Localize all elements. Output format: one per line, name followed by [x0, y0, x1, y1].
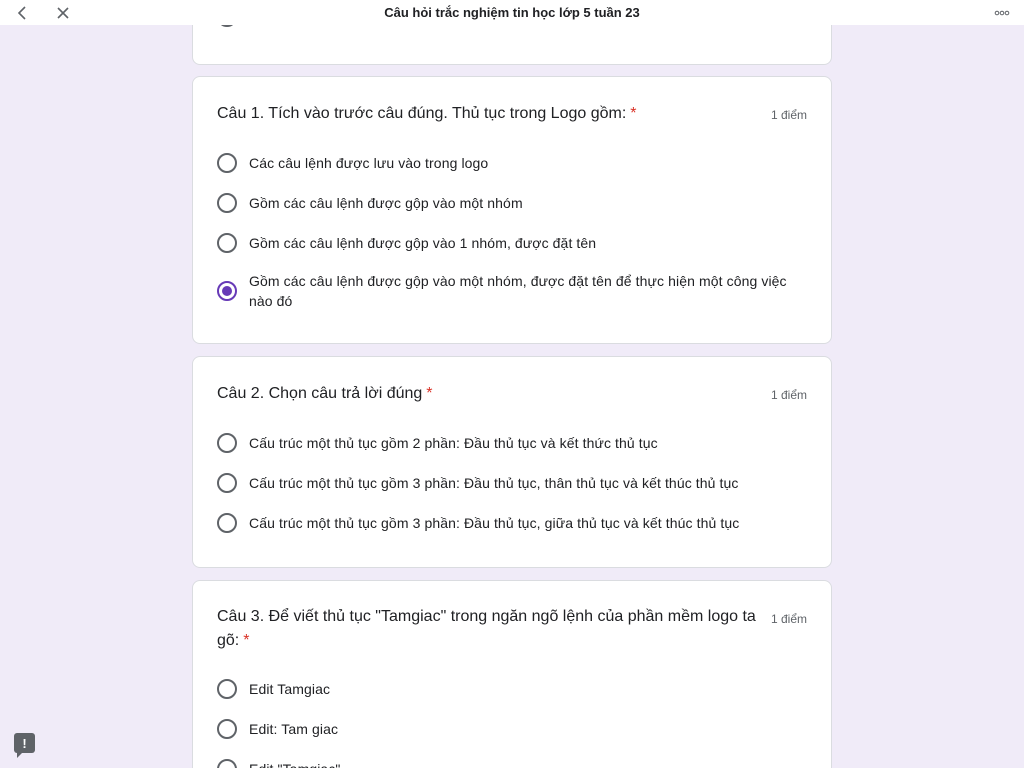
radio-button[interactable] — [217, 153, 237, 173]
question-title: Câu 1. Tích vào trước câu đúng. Thủ tục … — [217, 102, 757, 126]
option-label: Cấu trúc một thủ tục gồm 3 phần: Đầu thủ… — [249, 475, 739, 491]
option-label: Cấu trúc một thủ tục gồm 2 phần: Đầu thủ… — [249, 435, 658, 451]
chevron-left-icon[interactable] — [10, 0, 34, 25]
required-mark: * — [426, 385, 433, 402]
question-points: 1 điểm — [770, 388, 807, 402]
question-card-1: Câu 1. Tích vào trước câu đúng. Thủ tục … — [192, 76, 832, 344]
option-item[interactable]: Gồm các câu lệnh được gộp vào một nhóm, … — [217, 271, 797, 311]
question-card-2: Câu 2. Chọn câu trả lời đúng * 1 điểm Cấu… — [192, 356, 832, 568]
question-points: 1 điểm — [770, 108, 807, 122]
top-bar: Câu hỏi trắc nghiệm tin học lớp 5 tuần 2… — [0, 0, 1024, 25]
option-item[interactable]: Edit "Tamgiac" — [217, 759, 797, 768]
required-mark: * — [243, 632, 250, 649]
feedback-glyph: ! — [22, 735, 27, 751]
radio-button[interactable] — [217, 433, 237, 453]
radio-button-selected[interactable] — [217, 281, 237, 301]
option-item[interactable]: Cấu trúc một thủ tục gồm 3 phần: Đầu thủ… — [217, 473, 797, 493]
question-card-3: Câu 3. Để viết thủ tục "Tamgiac" trong n… — [192, 580, 832, 768]
radio-button[interactable] — [217, 719, 237, 739]
option-item[interactable]: Gồm các câu lệnh được gộp vào 1 nhóm, đư… — [217, 233, 797, 253]
radio-button[interactable] — [217, 193, 237, 213]
option-label: Các câu lệnh được lưu vào trong logo — [249, 155, 489, 171]
question-title: Câu 3. Để viết thủ tục "Tamgiac" trong n… — [217, 605, 757, 653]
close-icon[interactable] — [51, 0, 75, 25]
option-item[interactable]: Các câu lệnh được lưu vào trong logo — [217, 153, 797, 173]
radio-button[interactable] — [217, 513, 237, 533]
question-title-text: Câu 3. Để viết thủ tục "Tamgiac" trong n… — [217, 608, 756, 649]
option-item[interactable]: Edit: Tam giac — [217, 719, 797, 739]
page-title: Câu hỏi trắc nghiệm tin học lớp 5 tuần 2… — [384, 5, 640, 20]
option-item[interactable]: Cấu trúc một thủ tục gồm 2 phần: Đầu thủ… — [217, 433, 797, 453]
option-label: Edit Tamgiac — [249, 681, 331, 697]
question-title-text: Câu 1. Tích vào trước câu đúng. Thủ tục … — [217, 105, 627, 122]
option-item[interactable]: Cấu trúc một thủ tục gồm 3 phần: Đầu thủ… — [217, 513, 797, 533]
radio-button[interactable] — [217, 679, 237, 699]
option-label: Gồm các câu lệnh được gộp vào một nhóm, … — [249, 273, 787, 309]
option-label: Gồm các câu lệnh được gộp vào 1 nhóm, đư… — [249, 235, 597, 251]
option-item[interactable]: Gồm các câu lệnh được gộp vào một nhóm — [217, 193, 797, 213]
option-label: Gồm các câu lệnh được gộp vào một nhóm — [249, 195, 523, 211]
more-horizontal-icon[interactable] — [990, 0, 1014, 25]
question-points: 1 điểm — [770, 612, 807, 626]
radio-button[interactable] — [217, 233, 237, 253]
option-label: Edit: Tam giac — [249, 721, 339, 737]
question-title: Câu 2. Chọn câu trả lời đúng * — [217, 382, 757, 406]
option-label: Edit "Tamgiac" — [249, 759, 340, 768]
radio-button[interactable] — [217, 473, 237, 493]
option-item[interactable]: Edit Tamgiac — [217, 679, 797, 699]
report-feedback-icon[interactable]: ! — [14, 733, 35, 758]
required-mark: * — [630, 105, 637, 122]
radio-button[interactable] — [217, 759, 237, 768]
option-label: Cấu trúc một thủ tục gồm 3 phần: Đầu thủ… — [249, 515, 740, 531]
question-title-text: Câu 2. Chọn câu trả lời đúng — [217, 385, 423, 402]
